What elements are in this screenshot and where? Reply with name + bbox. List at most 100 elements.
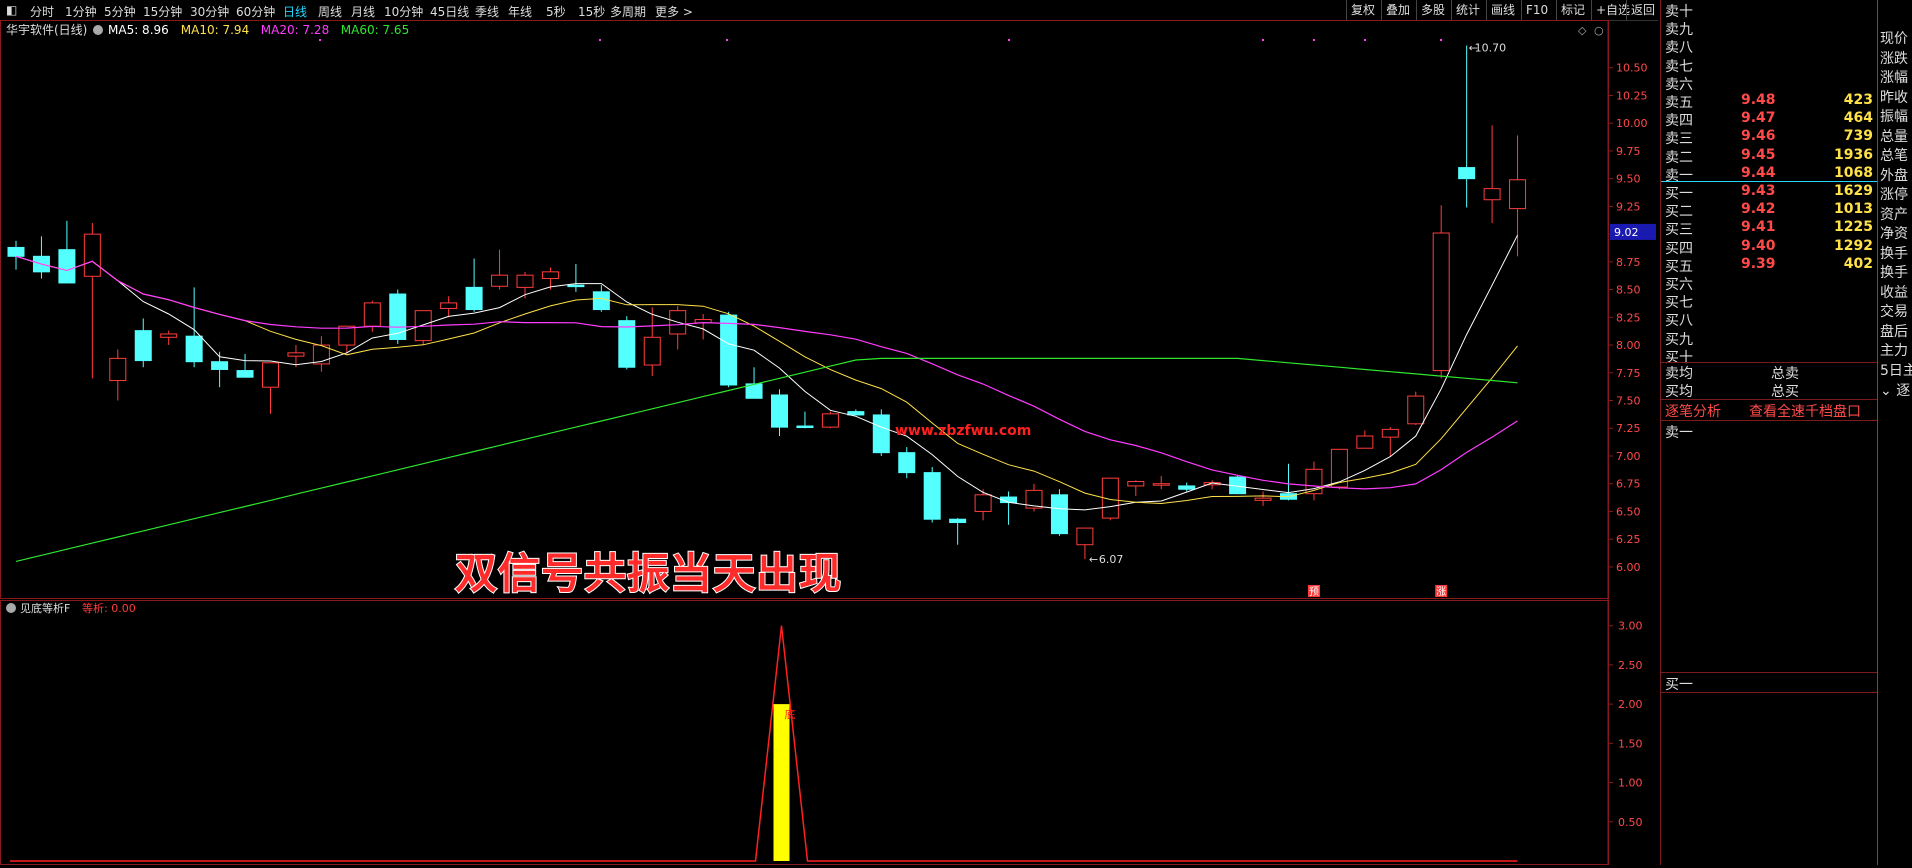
quote-field-label: 收益 xyxy=(1880,284,1908,301)
quote-field-label: 总笔 xyxy=(1880,148,1908,164)
bid-row[interactable]: 买四 9.40 1292 xyxy=(1665,237,1875,257)
ask-row[interactable]: 卖四 9.47 464 xyxy=(1665,110,1875,129)
quote-field-label: 5日主 xyxy=(1880,362,1912,379)
toolbar-button[interactable]: 复权 xyxy=(1346,0,1379,20)
candle-body xyxy=(720,314,738,386)
toolbar-button[interactable]: 返回 xyxy=(1626,0,1659,20)
ma-label: MA10: 7.94 xyxy=(181,23,249,37)
lower-y-tick-label: 3.00 xyxy=(1618,620,1643,633)
order-label: 买七 xyxy=(1665,295,1693,312)
period-tab[interactable]: 1分钟 xyxy=(65,3,97,20)
ma10-line xyxy=(15,255,1518,505)
period-tab[interactable]: 季线 xyxy=(475,3,499,20)
quote-field-label: 现价 xyxy=(1880,31,1908,47)
candle-body xyxy=(516,274,534,288)
lower-y-tick-label: 2.00 xyxy=(1618,698,1643,711)
bid-row[interactable]: 买三 9.41 1225 xyxy=(1665,219,1875,239)
y-tick-label: 6.00 xyxy=(1616,561,1641,574)
candle-body xyxy=(389,293,407,341)
toolbar-button[interactable]: 多股 xyxy=(1416,0,1449,20)
period-tab[interactable]: 多周期 xyxy=(610,3,646,20)
order-price: 9.40 xyxy=(1741,237,1776,254)
period-tab[interactable]: 年线 xyxy=(508,3,532,20)
ask-row[interactable]: 卖二 9.45 1936 xyxy=(1665,147,1875,166)
signal-marker-yu-text: 预 xyxy=(1309,586,1319,598)
period-tab[interactable]: 周线 xyxy=(318,3,342,20)
bid-row[interactable]: 买九 xyxy=(1665,329,1875,348)
signal-dot xyxy=(726,39,728,41)
order-vol: 1225 xyxy=(1834,219,1873,236)
period-toolbar: ◧ 分时 1分钟 5分钟 15分钟 30分钟 60分钟 日线 周线 月线 10分钟 45日线 季线 年线 5… xyxy=(0,0,1658,21)
period-tab[interactable]: 月线 xyxy=(351,3,375,20)
period-tab[interactable]: 分时 xyxy=(30,3,54,20)
bid-row[interactable]: 买二 9.42 1013 xyxy=(1665,201,1875,220)
order-label: 买三 xyxy=(1665,222,1693,239)
y-tick-label: 10.25 xyxy=(1616,89,1648,102)
period-tab[interactable]: 15分钟 xyxy=(143,3,182,20)
lower-y-tick-label: 1.50 xyxy=(1618,737,1643,750)
toolbar-button[interactable]: 统计 xyxy=(1451,0,1484,20)
signal-dot xyxy=(1313,39,1315,41)
period-tab[interactable]: 30分钟 xyxy=(190,3,229,20)
order-label: 买五 xyxy=(1665,258,1693,275)
period-tab[interactable]: 日线 xyxy=(283,3,307,20)
period-tab[interactable]: 45日线 xyxy=(430,3,469,20)
toolbar-button[interactable]: 叠加 xyxy=(1381,0,1414,20)
bid-row[interactable]: 买七 xyxy=(1665,292,1875,312)
collapse-toggle[interactable]: ⌄ 逐 xyxy=(1880,380,1910,400)
indicator-title: 见底等析F xyxy=(20,601,70,615)
ask-row[interactable]: 卖八 xyxy=(1665,37,1875,56)
bid-row[interactable]: 买五 9.39 402 xyxy=(1665,256,1875,275)
ask-row[interactable]: 卖五 9.48 423 xyxy=(1665,92,1875,111)
candle-body xyxy=(338,325,356,346)
candle-body xyxy=(1050,494,1068,535)
candle-body xyxy=(440,302,458,309)
bid-row[interactable]: 买一 9.43 1629 xyxy=(1665,183,1875,202)
y-tick-label: 9.50 xyxy=(1616,173,1641,186)
ask-row[interactable]: 卖十 xyxy=(1665,1,1875,20)
candle-body xyxy=(821,413,839,428)
candle-body xyxy=(592,291,610,311)
menu-toggle-icon[interactable]: ◧ xyxy=(6,3,17,17)
candle-body xyxy=(1381,428,1399,438)
signal-bar xyxy=(773,704,790,861)
bid-row[interactable]: 买六 xyxy=(1665,274,1875,293)
y-tick-label: 7.00 xyxy=(1616,450,1641,463)
order-vol: 1292 xyxy=(1834,237,1873,254)
signal-dot xyxy=(1364,39,1366,41)
quote-field-label: 外盘 xyxy=(1880,167,1908,184)
ask-row[interactable]: 卖九 xyxy=(1665,19,1875,38)
watermark-text: www.zbzfwu.com xyxy=(895,423,1032,439)
toolbar-button[interactable]: 标记 xyxy=(1556,0,1589,20)
order-label: 买八 xyxy=(1665,313,1693,330)
quote-field-label: 盘后 xyxy=(1880,323,1908,340)
toolbar-button[interactable]: 画线 xyxy=(1486,0,1519,20)
candle-body xyxy=(1509,179,1527,210)
divider xyxy=(1661,672,1877,673)
bid-row[interactable]: 买八 xyxy=(1665,310,1875,330)
quote-field-label: 昨收 xyxy=(1880,89,1908,106)
period-tab[interactable]: 10分钟 xyxy=(384,3,423,20)
period-tab[interactable]: 15秒 xyxy=(578,3,605,20)
candle-body xyxy=(643,336,661,366)
y-tick-label: 8.25 xyxy=(1616,311,1641,324)
ask-row[interactable]: 卖六 xyxy=(1665,74,1875,93)
kline-chart[interactable]: 华宇软件(日线) MA5: 8.96 MA10: 7.94 MA20: 7.28 MA6… xyxy=(0,20,1658,865)
full-depth-link[interactable]: 查看全速千档盘口 xyxy=(1749,401,1861,421)
ask-row[interactable]: 卖三 9.46 739 xyxy=(1665,128,1875,147)
candle-body xyxy=(465,286,483,311)
candle-body xyxy=(1254,497,1272,501)
order-vol: 464 xyxy=(1843,110,1873,127)
y-tick-label: 9.25 xyxy=(1616,200,1641,213)
period-tab[interactable]: 5秒 xyxy=(546,3,566,20)
toolbar-button[interactable]: F10 xyxy=(1521,0,1552,20)
candle-body xyxy=(1483,188,1501,201)
sell-avg-label: 卖均 xyxy=(1665,366,1693,382)
period-tab[interactable]: 5分钟 xyxy=(104,3,136,20)
period-tab[interactable]: 60分钟 xyxy=(236,3,275,20)
ask-row[interactable]: 卖七 xyxy=(1665,56,1875,75)
chart-title: 华宇软件(日线) xyxy=(6,23,87,37)
period-tab[interactable]: 更多 > xyxy=(655,3,693,20)
tick-analysis-tab[interactable]: 逐笔分析 xyxy=(1665,401,1721,421)
bid-ask-divider xyxy=(1661,181,1877,182)
